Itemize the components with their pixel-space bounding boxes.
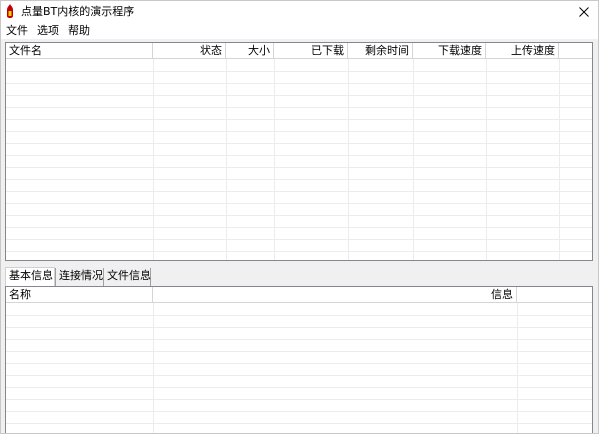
col-status[interactable]: 状态 [153, 43, 226, 59]
menu-help[interactable]: 帮助 [68, 24, 90, 37]
grid-line [6, 227, 592, 228]
col-info[interactable]: 信息 [153, 287, 517, 303]
grid-line [6, 351, 592, 352]
grid-line [6, 215, 592, 216]
col-size[interactable]: 大小 [226, 43, 274, 59]
grid-line [6, 375, 592, 376]
tab-file-info[interactable]: 文件信息 [103, 268, 151, 286]
torrent-list-header: 文件名 状态 大小 已下载 剩余时间 下载速度 上传速度 [6, 43, 592, 59]
grid-line [517, 303, 518, 433]
col-remaining-time[interactable]: 剩余时间 [348, 43, 413, 59]
grid-line [6, 191, 592, 192]
app-icon [5, 4, 15, 18]
info-list[interactable]: 名称 信息 [5, 286, 593, 433]
grid-line [6, 83, 592, 84]
grid-line [348, 59, 349, 260]
grid-line [6, 107, 592, 108]
grid-line [6, 423, 592, 424]
grid-line [6, 155, 592, 156]
col-name[interactable]: 名称 [6, 287, 153, 303]
grid-line [6, 411, 592, 412]
col-downloaded[interactable]: 已下载 [274, 43, 348, 59]
close-icon [579, 7, 589, 17]
grid-line [559, 59, 560, 260]
menu-options[interactable]: 选项 [37, 24, 59, 37]
grid-line [6, 119, 592, 120]
window-title: 点量BT内核的演示程序 [21, 5, 135, 18]
grid-line [486, 59, 487, 260]
col-upload-speed[interactable]: 上传速度 [486, 43, 559, 59]
col-download-speed[interactable]: 下载速度 [413, 43, 486, 59]
grid-line [413, 59, 414, 260]
grid-line [6, 203, 592, 204]
tab-basic-info[interactable]: 基本信息 [5, 267, 55, 286]
info-list-header: 名称 信息 [6, 287, 592, 303]
grid-line [6, 179, 592, 180]
title-bar: 点量BT内核的演示程序 [1, 1, 598, 23]
grid-line [6, 95, 592, 96]
menu-bar: 文件 选项 帮助 [1, 23, 598, 39]
grid-line [6, 251, 592, 252]
info-list-body [6, 303, 592, 433]
main-window: 点量BT内核的演示程序 文件 选项 帮助 文件名 状态 大小 已下载 剩余时间 … [0, 0, 599, 434]
grid-line [6, 239, 592, 240]
grid-line [153, 303, 154, 433]
grid-line [6, 131, 592, 132]
tab-connections[interactable]: 连接情况 [55, 268, 103, 286]
grid-line [6, 327, 592, 328]
grid-line [6, 71, 592, 72]
grid-line [274, 59, 275, 260]
grid-line [6, 143, 592, 144]
grid-line [6, 167, 592, 168]
torrent-list-body [6, 59, 592, 260]
torrent-list[interactable]: 文件名 状态 大小 已下载 剩余时间 下载速度 上传速度 [5, 42, 593, 261]
grid-line [6, 387, 592, 388]
grid-line [153, 59, 154, 260]
close-button[interactable] [570, 1, 598, 23]
menu-file[interactable]: 文件 [6, 24, 28, 37]
grid-line [6, 399, 592, 400]
grid-line [6, 315, 592, 316]
grid-line [6, 363, 592, 364]
col-filename[interactable]: 文件名 [6, 43, 153, 59]
grid-line [226, 59, 227, 260]
grid-line [6, 339, 592, 340]
